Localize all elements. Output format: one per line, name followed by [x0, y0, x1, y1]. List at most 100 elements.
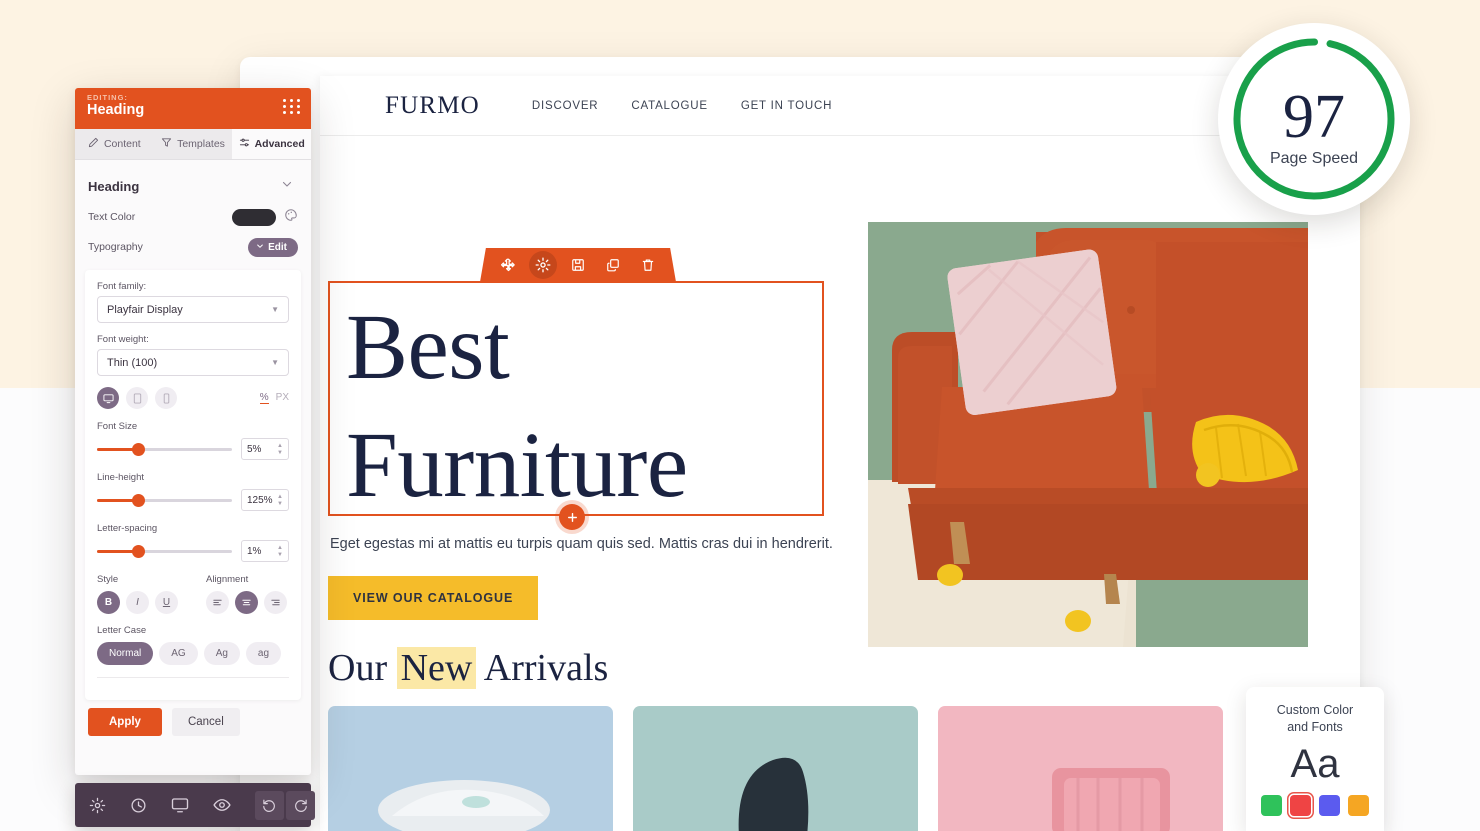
save-icon[interactable] — [564, 251, 592, 279]
typography-card: Font family: Playfair Display ▼ Font wei… — [85, 270, 301, 700]
responsive-icon[interactable] — [171, 796, 189, 814]
section-heading-row[interactable]: Heading — [75, 170, 311, 202]
typography-edit-button[interactable]: Edit — [248, 237, 298, 257]
font-size-slider[interactable] — [97, 442, 232, 456]
tab-advanced[interactable]: Advanced — [232, 129, 311, 159]
hero-image — [868, 222, 1308, 647]
mobile-icon[interactable] — [155, 387, 177, 409]
align-right-button[interactable] — [264, 591, 287, 614]
site-header: FURMO DISCOVER CATALOGUE GET IN TOUCH — [320, 76, 1360, 136]
align-left-button[interactable] — [206, 591, 229, 614]
letter-case-lower[interactable]: ag — [245, 642, 282, 665]
style-buttons: B I U — [97, 591, 178, 614]
gear-icon[interactable] — [89, 797, 106, 814]
move-icon[interactable] — [494, 251, 522, 279]
chevron-down-small-icon — [256, 242, 264, 253]
color-swatch-red[interactable] — [1290, 795, 1311, 816]
product-card-chair[interactable] — [633, 706, 918, 831]
arrivals-title-after: Arrivals — [476, 647, 609, 689]
italic-button[interactable]: I — [126, 591, 149, 614]
stepper-icon[interactable]: ▲ ▼ — [277, 545, 283, 558]
nav-link-get-in-touch[interactable]: GET IN TOUCH — [741, 100, 832, 112]
template-icon — [161, 137, 172, 151]
pencil-icon — [88, 137, 99, 151]
custom-card-title-line2: and Fonts — [1287, 720, 1343, 734]
gear-icon[interactable] — [529, 251, 557, 279]
typography-row: Typography Edit — [75, 232, 311, 262]
color-swatch-green[interactable] — [1261, 795, 1282, 816]
page-speed-ring — [1233, 38, 1395, 200]
editor-tabs: Content Templates Advanced — [75, 129, 311, 160]
product-card-armchair[interactable] — [938, 706, 1223, 831]
duplicate-icon[interactable] — [599, 251, 627, 279]
tablet-icon[interactable] — [126, 387, 148, 409]
tab-advanced-label: Advanced — [254, 138, 305, 150]
line-height-slider-row: 125% ▲ ▼ — [97, 489, 289, 511]
line-height-input[interactable]: 125% ▲ ▼ — [241, 489, 289, 511]
letter-spacing-slider-row: 1% ▲ ▼ — [97, 540, 289, 562]
product-card-bedding[interactable] — [328, 706, 613, 831]
view-catalogue-button[interactable]: VIEW OUR CATALOGUE — [328, 576, 539, 620]
undo-icon[interactable] — [255, 790, 284, 820]
font-family-label: Font family: — [97, 281, 147, 292]
trash-icon[interactable] — [634, 251, 662, 279]
arrivals-title: Our New Arrivals — [328, 646, 608, 690]
preview-icon[interactable] — [213, 796, 231, 814]
heading-element-box[interactable]: Best Furniture — [328, 281, 824, 517]
arrivals-title-before: Our — [328, 647, 397, 689]
hero-subtext: Eget egestas mi at mattis eu turpis quam… — [330, 536, 833, 552]
line-height-slider[interactable] — [97, 493, 232, 507]
section-heading-title: Heading — [88, 178, 140, 194]
editor-panel-title: Heading — [87, 102, 145, 118]
product-cards-row — [328, 706, 1223, 831]
typography-edit-label: Edit — [268, 241, 287, 253]
unit-px-button[interactable]: PX — [276, 392, 289, 404]
stepper-icon[interactable]: ▲ ▼ — [277, 443, 283, 456]
redo-icon[interactable] — [286, 790, 315, 820]
font-weight-label: Font weight: — [97, 334, 149, 345]
drag-grip-icon[interactable] — [283, 99, 301, 114]
site-logo[interactable]: FURMO — [385, 92, 480, 120]
desktop-icon[interactable] — [97, 387, 119, 409]
tab-content[interactable]: Content — [75, 129, 154, 159]
style-group: Style B I U — [97, 574, 178, 614]
apply-button[interactable]: Apply — [88, 708, 162, 736]
letter-spacing-slider[interactable] — [97, 544, 232, 558]
italic-label: I — [136, 597, 139, 608]
line-height-value: 125% — [247, 494, 273, 506]
text-color-controls — [232, 208, 298, 227]
line-height-label: Line-height — [97, 472, 145, 483]
letter-case-upper[interactable]: AG — [159, 642, 198, 665]
font-size-input[interactable]: 5% ▲ ▼ — [241, 438, 289, 460]
history-icon[interactable] — [130, 797, 147, 814]
unit-percent-button[interactable]: % — [259, 392, 269, 404]
unit-toggle: % PX — [259, 392, 289, 404]
font-weight-select[interactable]: Thin (100) ▼ — [97, 349, 289, 376]
letter-case-capitalize[interactable]: Ag — [203, 642, 240, 665]
tab-templates-label: Templates — [177, 138, 225, 150]
letter-case-normal[interactable]: Normal — [97, 642, 154, 665]
text-color-swatch[interactable] — [232, 208, 276, 226]
align-center-button[interactable] — [235, 591, 258, 614]
stepper-icon[interactable]: ▲ ▼ — [277, 494, 283, 507]
underline-button[interactable]: U — [155, 591, 178, 614]
color-swatch-orange[interactable] — [1348, 795, 1369, 816]
nav-link-catalogue[interactable]: CATALOGUE — [631, 100, 707, 112]
nav-link-discover[interactable]: DISCOVER — [532, 100, 598, 112]
chevron-down-icon: ▼ — [271, 358, 279, 367]
sliders-icon — [239, 137, 250, 151]
letter-spacing-input[interactable]: 1% ▲ ▼ — [241, 540, 289, 562]
palette-icon[interactable] — [284, 208, 298, 227]
page-speed-badge: 97 Page Speed — [1218, 23, 1410, 215]
tab-templates[interactable]: Templates — [154, 129, 233, 159]
add-element-handle[interactable] — [559, 504, 585, 530]
device-and-unit-row: % PX — [97, 387, 289, 409]
font-family-select[interactable]: Playfair Display ▼ — [97, 296, 289, 323]
letter-spacing-label: Letter-spacing — [97, 523, 158, 534]
bold-button[interactable]: B — [97, 591, 120, 614]
font-sample: Aa — [1290, 742, 1340, 786]
color-swatch-blue[interactable] — [1319, 795, 1340, 816]
chevron-down-icon[interactable] — [281, 177, 293, 195]
browser-window: FURMO DISCOVER CATALOGUE GET IN TOUCH Be… — [240, 57, 1360, 831]
cancel-button[interactable]: Cancel — [171, 708, 240, 736]
